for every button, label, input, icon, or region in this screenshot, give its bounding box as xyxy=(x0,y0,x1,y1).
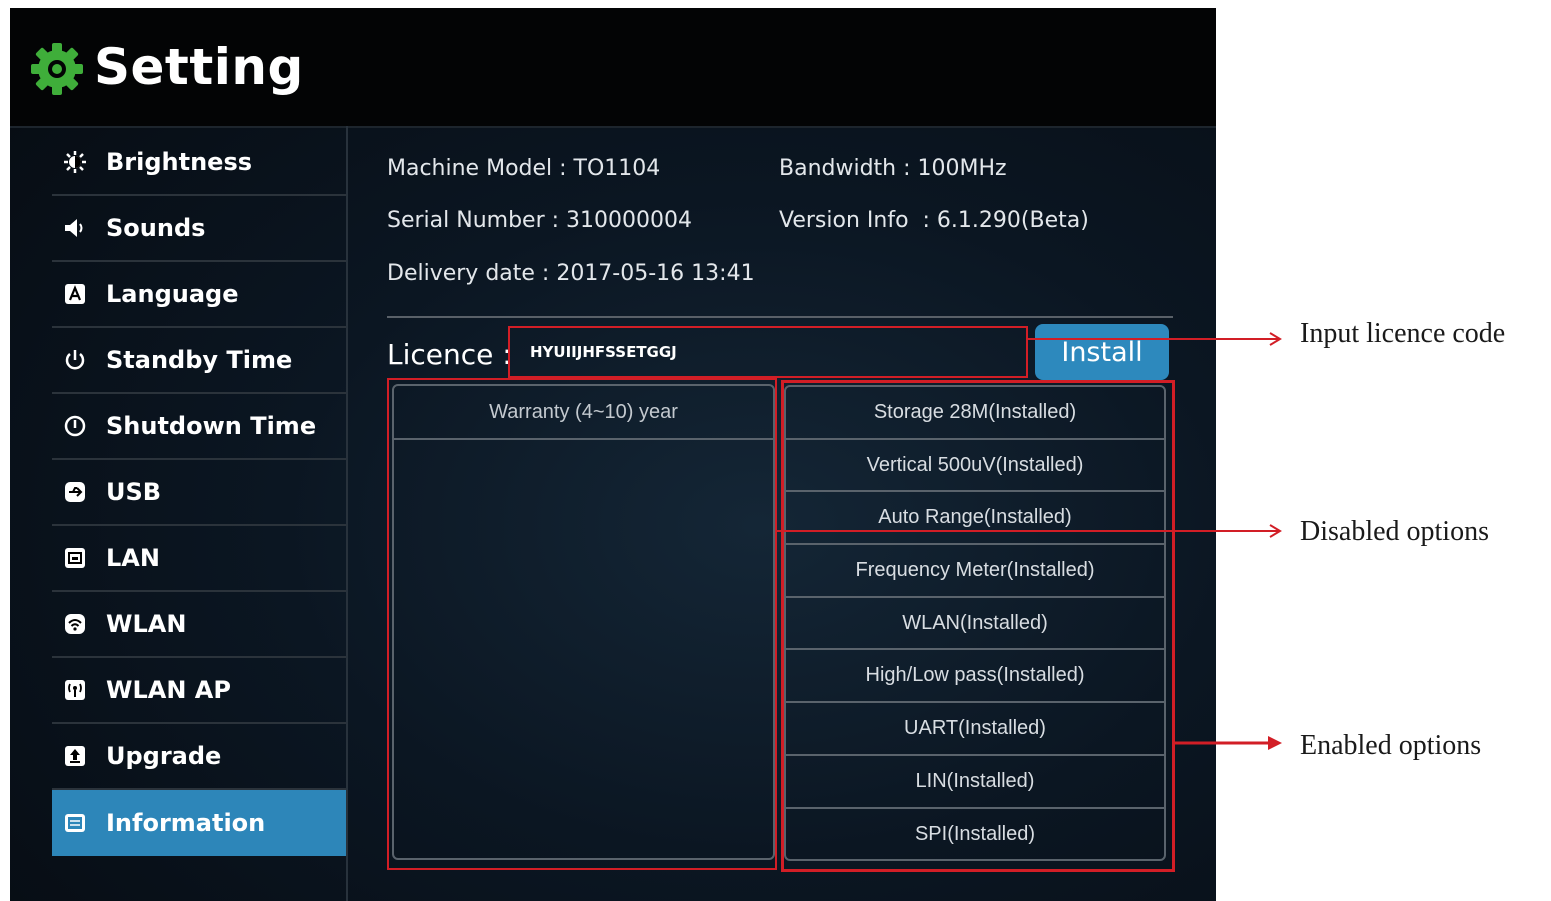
info-divider xyxy=(387,316,1173,318)
sidebar-item-information[interactable]: Information xyxy=(52,790,346,856)
page-title: Setting xyxy=(94,38,304,96)
language-icon xyxy=(64,283,86,305)
lan-icon xyxy=(64,547,86,569)
sidebar-item-sounds[interactable]: Sounds xyxy=(52,196,346,262)
information-icon xyxy=(64,812,86,834)
licence-callout-arrowhead xyxy=(1269,332,1282,346)
sidebar-item-label: LAN xyxy=(106,544,160,572)
wifi-icon xyxy=(64,613,86,635)
sidebar-item-label: Brightness xyxy=(106,148,253,176)
sidebar-item-wlan[interactable]: WLAN xyxy=(52,592,346,658)
option-item-storage[interactable]: Storage 28M(Installed) xyxy=(786,387,1164,440)
option-item-vertical[interactable]: Vertical 500uV(Installed) xyxy=(786,440,1164,493)
sidebar-item-label: Shutdown Time xyxy=(106,412,317,440)
options-list: Storage 28M(Installed) Vertical 500uV(In… xyxy=(784,385,1166,861)
shutdown-icon xyxy=(64,415,86,437)
device-screen: Setting Brightness Sounds Language Stand… xyxy=(10,8,1216,901)
sidebar: Brightness Sounds Language Standby Time … xyxy=(52,130,346,856)
sidebar-item-label: Standby Time xyxy=(106,346,293,374)
sidebar-item-label: Language xyxy=(106,280,239,308)
sidebar-item-lan[interactable]: LAN xyxy=(52,526,346,592)
sidebar-item-label: USB xyxy=(106,478,162,506)
usb-icon xyxy=(64,481,86,503)
sidebar-item-label: WLAN AP xyxy=(106,676,231,704)
brightness-icon xyxy=(64,151,86,173)
sidebar-item-brightness[interactable]: Brightness xyxy=(52,130,346,196)
sidebar-item-wlan-ap[interactable]: WLAN AP xyxy=(52,658,346,724)
sidebar-item-label: Upgrade xyxy=(106,742,222,770)
version-info-text: Version Info : 6.1.290(Beta) xyxy=(779,208,1089,233)
install-button[interactable]: Install xyxy=(1035,324,1169,380)
warranty-panel: Warranty (4~10) year xyxy=(392,384,775,860)
option-item-high-low-pass[interactable]: High/Low pass(Installed) xyxy=(786,650,1164,704)
sidebar-item-label: Information xyxy=(106,809,266,837)
option-item-spi[interactable]: SPI(Installed) xyxy=(786,809,1164,860)
upgrade-icon xyxy=(64,745,86,767)
option-item-frequency-meter[interactable]: Frequency Meter(Installed) xyxy=(786,545,1164,598)
power-icon xyxy=(64,349,86,371)
callout-disabled-options: Disabled options xyxy=(1300,516,1489,547)
sidebar-item-usb[interactable]: USB xyxy=(52,460,346,526)
warranty-header: Warranty (4~10) year xyxy=(394,386,773,440)
access-point-icon xyxy=(64,679,86,701)
bandwidth-text: Bandwidth : 100MHz xyxy=(779,156,1007,181)
sidebar-divider xyxy=(346,126,348,901)
option-item-lin[interactable]: LIN(Installed) xyxy=(786,756,1164,809)
sidebar-item-shutdown-time[interactable]: Shutdown Time xyxy=(52,394,346,460)
speaker-icon xyxy=(64,217,86,239)
option-item-uart[interactable]: UART(Installed) xyxy=(786,703,1164,756)
licence-label: Licence : xyxy=(387,338,512,371)
top-bar: Setting xyxy=(10,8,1216,126)
sidebar-item-label: WLAN xyxy=(106,610,187,638)
sidebar-item-upgrade[interactable]: Upgrade xyxy=(52,724,346,790)
callout-input-licence: Input licence code xyxy=(1300,318,1506,349)
enabled-callout-arrowhead xyxy=(1268,736,1282,750)
gear-icon xyxy=(31,43,83,95)
disabled-callout-arrowhead xyxy=(1269,524,1282,538)
sidebar-item-language[interactable]: Language xyxy=(52,262,346,328)
option-item-wlan[interactable]: WLAN(Installed) xyxy=(786,598,1164,651)
header-divider xyxy=(10,126,1216,128)
option-item-auto-range[interactable]: Auto Range(Installed) xyxy=(786,492,1164,546)
sidebar-item-standby-time[interactable]: Standby Time xyxy=(52,328,346,394)
delivery-date-text: Delivery date : 2017-05-16 13:41 xyxy=(387,261,755,286)
licence-input[interactable] xyxy=(508,326,1028,378)
sidebar-item-label: Sounds xyxy=(106,214,206,242)
callout-enabled-options: Enabled options xyxy=(1300,730,1482,761)
machine-model-text: Machine Model : TO1104 xyxy=(387,156,661,181)
serial-number-text: Serial Number : 310000004 xyxy=(387,208,692,233)
